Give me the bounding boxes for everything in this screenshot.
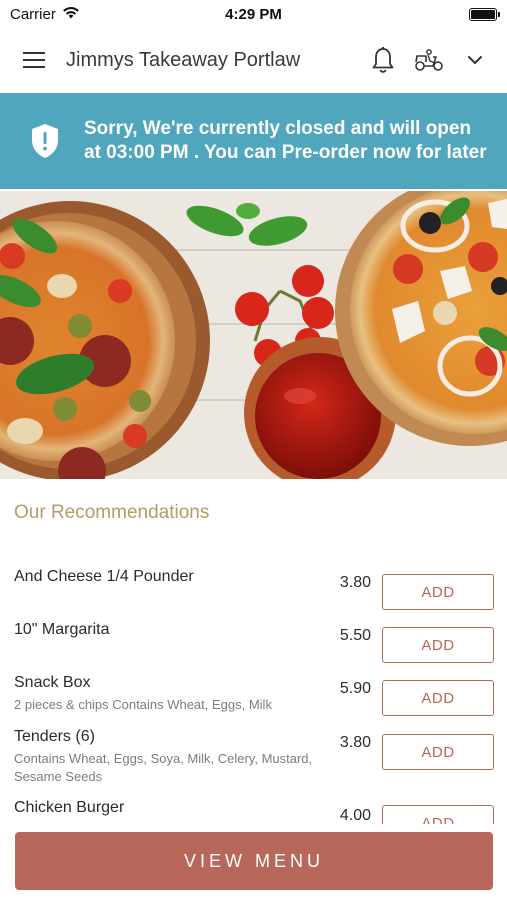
item-description: 2 pieces & chips Contains Wheat, Eggs, M…	[14, 697, 272, 712]
status-bar: Carrier 4:29 PM	[0, 0, 507, 28]
header-actions	[367, 44, 491, 76]
item-description: Contains Wheat, Eggs, Soya, Milk, Celery…	[14, 751, 313, 784]
wifi-icon	[62, 6, 80, 23]
add-button[interactable]: ADD	[382, 627, 494, 663]
add-button[interactable]: ADD	[382, 805, 494, 824]
item-price: 5.50	[339, 627, 371, 644]
item-name: Chicken Burger	[14, 799, 125, 816]
item-name: 10" Margarita	[14, 621, 110, 638]
add-button[interactable]: ADD	[382, 574, 494, 610]
add-button[interactable]: ADD	[382, 734, 494, 770]
item-name: Snack Box	[14, 674, 91, 691]
chevron-down-icon[interactable]	[459, 44, 491, 76]
bell-icon[interactable]	[367, 44, 399, 76]
item-price: 3.80	[339, 734, 371, 751]
scooter-icon[interactable]	[413, 44, 445, 76]
app-header: Jimmys Takeaway Portlaw	[0, 28, 507, 92]
status-left: Carrier	[10, 6, 80, 23]
recommendations-title: Our Recommendations	[14, 502, 210, 523]
item-name: Tenders (6)	[14, 728, 95, 745]
item-price: 5.90	[339, 680, 371, 697]
hamburger-menu-icon[interactable]	[20, 46, 48, 74]
item-price: 4.00	[339, 807, 371, 824]
view-menu-button[interactable]: VIEW MENU	[15, 832, 493, 890]
hero-image	[0, 191, 507, 479]
item-price: 3.80	[339, 574, 371, 591]
shield-alert-icon	[32, 124, 58, 158]
recommendations-list: And Cheese 1/4 Pounder 3.80 ADD 10" Marg…	[0, 562, 507, 824]
closed-banner: Sorry, We're currently closed and will o…	[0, 93, 507, 189]
add-button[interactable]: ADD	[382, 680, 494, 716]
carrier-label: Carrier	[10, 5, 56, 23]
restaurant-title: Jimmys Takeaway Portlaw	[66, 48, 301, 71]
battery-icon	[469, 7, 500, 21]
item-name: And Cheese 1/4 Pounder	[14, 568, 194, 585]
closed-message: Sorry, We're currently closed and will o…	[84, 118, 487, 163]
